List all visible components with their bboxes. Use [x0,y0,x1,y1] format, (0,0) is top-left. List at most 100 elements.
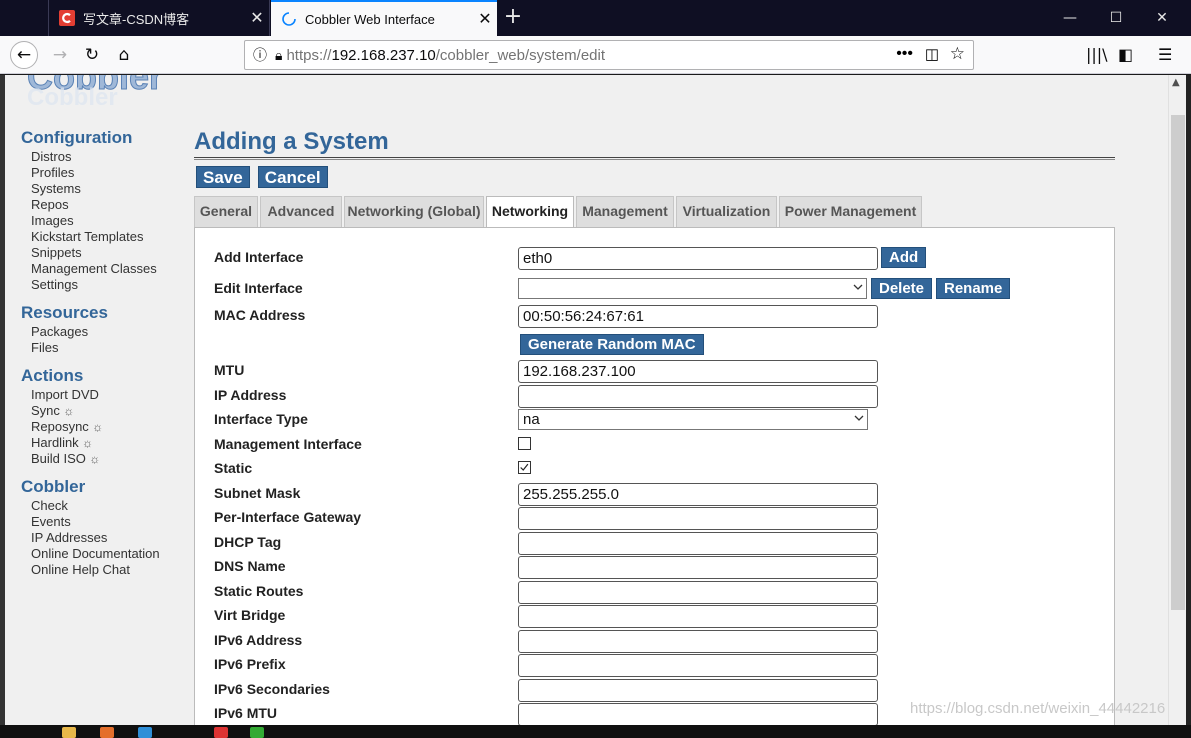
page-actions-icon[interactable]: ••• [896,45,913,63]
tab-advanced[interactable]: Advanced [260,196,342,227]
ipv6-prefix-label: IPv6 Prefix [214,656,286,672]
sidebar-item-reposync[interactable]: Reposync ☼ [21,419,191,435]
sidebar-item-profiles[interactable]: Profiles [21,165,191,181]
sun-icon: ☼ [85,452,101,466]
window-close-icon[interactable]: ✕ [1139,0,1185,36]
save-button[interactable]: Save [196,166,250,188]
form-row-ipv6-prefix: IPv6 Prefix [195,654,1114,678]
pocket-icon[interactable]: ◫ [925,45,939,63]
mac-address-label: MAC Address [214,307,306,323]
cancel-button[interactable]: Cancel [257,166,328,188]
forward-arrow-icon[interactable]: → [46,41,74,69]
sidebar-item-ip-addresses[interactable]: IP Addresses [21,530,191,546]
ipv6-prefix-input[interactable] [518,654,878,677]
sidebar-item-hardlink[interactable]: Hardlink ☼ [21,435,191,451]
interface-type-select[interactable]: na [518,409,868,430]
ipv6-address-label: IPv6 Address [214,632,303,648]
sidebar-item-packages[interactable]: Packages [21,324,191,340]
mtu-label: MTU [214,362,245,378]
bookmark-star-icon[interactable]: ☆ [950,44,965,64]
sidebar-item-management-classes[interactable]: Management Classes [21,261,191,277]
sidebar-item-images[interactable]: Images [21,213,191,229]
insecure-lock-icon[interactable]: 🔒︎ [275,47,282,64]
sidebar-item-online-help-chat[interactable]: Online Help Chat [21,562,191,578]
sidebar-item-events[interactable]: Events [21,514,191,530]
csdn-logo-icon [59,10,75,26]
sidebar-item-settings[interactable]: Settings [21,277,191,293]
management-interface-checkbox[interactable] [518,437,531,450]
home-icon[interactable]: ⌂ [110,41,138,69]
sidebar-item-systems[interactable]: Systems [21,181,191,197]
per-interface-gateway-input[interactable] [518,507,878,530]
form-row-edit-interface: Edit Interface Delete Rename [195,278,1114,302]
svg-text:Cobbler: Cobbler [27,84,118,111]
library-icon[interactable]: |||\ [1086,45,1108,64]
delete-interface-button[interactable]: Delete [871,278,933,299]
tab-virtualization[interactable]: Virtualization [676,196,777,227]
info-icon[interactable]: ⓘ [253,45,267,65]
mtu-input[interactable]: 192.168.237.100 [518,360,878,383]
sidebar-item-sync[interactable]: Sync ☼ [21,403,191,419]
url-bar[interactable]: ⓘ 🔒︎ https://192.168.237.10/cobbler_web/… [244,40,974,70]
vertical-scrollbar[interactable]: ▲ [1168,75,1186,725]
tab-networking[interactable]: Networking [486,196,574,228]
tab-title: 写文章-CSDN博客 [83,11,190,27]
subnet-mask-input[interactable]: 255.255.255.0 [518,483,878,506]
close-tab-icon[interactable]: ✕ [473,9,497,29]
maximize-icon[interactable]: ☐ [1093,0,1139,36]
close-tab-icon[interactable]: ✕ [245,8,269,28]
reload-icon[interactable]: ↻ [78,41,106,69]
virt-bridge-input[interactable] [518,605,878,628]
file-explorer-icon[interactable] [62,727,76,738]
add-interface-button[interactable]: Add [881,247,927,268]
back-arrow-icon[interactable]: ← [10,41,38,69]
tab-cobbler[interactable]: Cobbler Web Interface ✕ [271,0,497,36]
sidebar-item-import-dvd[interactable]: Import DVD [21,387,191,403]
sidebar-item-label: Online Help Chat [31,562,130,577]
scrollbar-thumb[interactable] [1171,115,1185,610]
mac-address-input[interactable]: 00:50:56:24:67:61 [518,305,878,328]
tab-networking-global[interactable]: Networking (Global) [344,196,484,227]
browser-tab-bar: 写文章-CSDN博客 ✕ Cobbler Web Interface ✕ + —… [0,0,1191,36]
sidebar-heading-actions: Actions [21,366,84,385]
edit-interface-select[interactable] [518,278,867,299]
scroll-up-arrow-icon[interactable]: ▲ [1172,77,1180,88]
sidebar-toggle-icon[interactable]: ◧ [1118,45,1133,64]
dhcp-tag-input[interactable] [518,532,878,555]
firefox-icon[interactable] [100,727,114,738]
sidebar-item-check[interactable]: Check [21,498,191,514]
tab-csdn[interactable]: 写文章-CSDN博客 ✕ [48,0,270,36]
page-viewport: Cobbler Cobbler Configuration Distros Prof… [5,75,1168,725]
tab-general[interactable]: General [194,196,258,227]
ipv6-secondaries-input[interactable] [518,679,878,702]
sidebar-item-distros[interactable]: Distros [21,149,191,165]
static-routes-input[interactable] [518,581,878,604]
tab-management[interactable]: Management [576,196,674,227]
ip-address-input[interactable] [518,385,878,408]
sidebar-item-repos[interactable]: Repos [21,197,191,213]
sidebar-item-build-iso[interactable]: Build ISO ☼ [21,451,191,467]
sidebar-item-label: Distros [31,149,72,164]
static-checkbox[interactable] [518,461,531,474]
sidebar-item-kickstart-templates[interactable]: Kickstart Templates [21,229,191,245]
ipv6-address-input[interactable] [518,630,878,653]
rename-interface-button[interactable]: Rename [936,278,1011,299]
app-icon[interactable] [138,727,152,738]
minimize-icon[interactable]: — [1047,0,1093,36]
form-row-mac-address: MAC Address 00:50:56:24:67:61 [195,305,1114,329]
ipv6-mtu-input[interactable] [518,703,878,725]
dns-name-input[interactable] [518,556,878,579]
tab-power-management[interactable]: Power Management [779,196,922,227]
new-tab-plus-icon[interactable]: + [500,4,526,30]
sidebar-item-snippets[interactable]: Snippets [21,245,191,261]
ipv6-secondaries-label: IPv6 Secondaries [214,681,330,697]
action-buttons: Save Cancel [194,166,1115,188]
menu-icon[interactable]: ☰ [1158,45,1172,64]
sidebar-item-online-documentation[interactable]: Online Documentation [21,546,191,562]
generate-random-mac-button[interactable]: Generate Random MAC [520,334,704,355]
sidebar-item-label: Files [31,340,59,355]
sidebar-item-files[interactable]: Files [21,340,191,356]
app-icon[interactable] [214,727,228,738]
app-icon[interactable] [250,727,264,738]
add-interface-input[interactable]: eth0 [518,247,878,270]
